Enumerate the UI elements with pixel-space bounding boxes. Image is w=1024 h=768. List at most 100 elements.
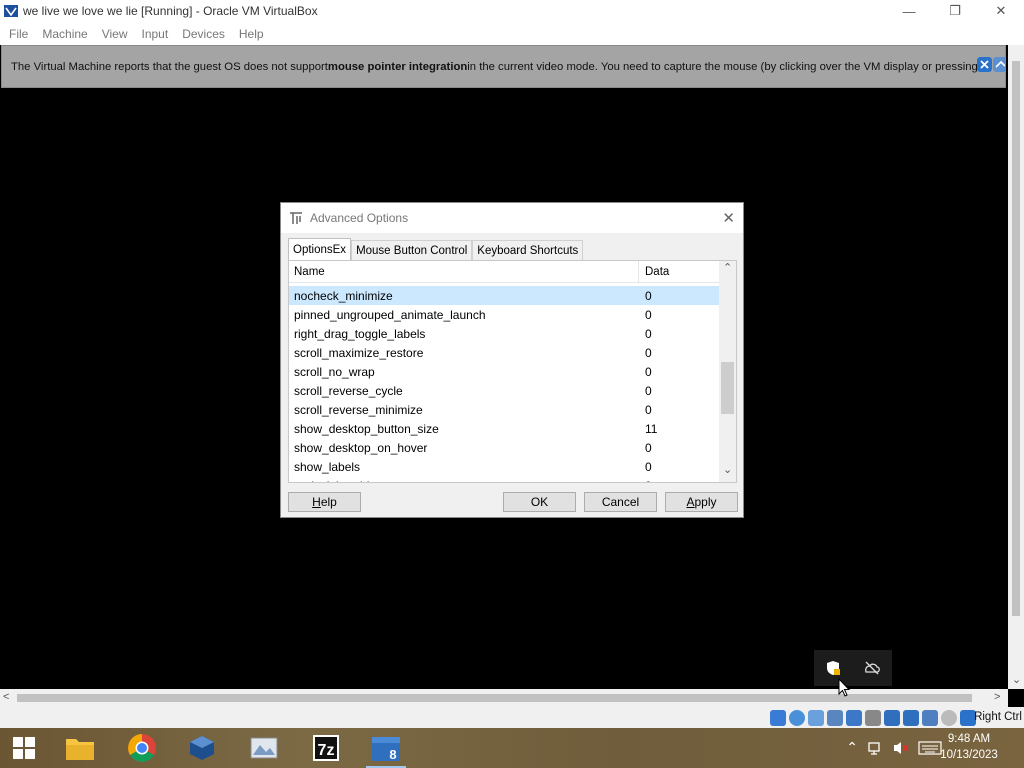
list-item[interactable]: scroll_reverse_minimize 0 [289,400,720,419]
list-scroll-up-icon[interactable]: ⌃ [723,263,732,274]
list-item[interactable]: undecipherable0 [289,476,720,483]
do-not-show-again-icon[interactable] [993,57,1006,72]
minimize-button[interactable]: — [886,0,932,22]
option-name: pinned_ungrouped_animate_launch [294,307,486,322]
option-name: scroll_maximize_restore [294,345,424,360]
hard-disk-icon[interactable] [770,710,786,726]
audio-icon[interactable] [808,710,824,726]
7zip-taskbar-button[interactable]: 7z [310,732,342,764]
option-data: 0 [645,440,652,455]
7zip-icon: 7z [313,735,339,761]
tab-mouse-button-control[interactable]: Mouse Button Control [351,240,473,260]
file-explorer-taskbar-button[interactable] [64,732,96,764]
notice-text-bold: mouse pointer integration [327,60,468,73]
usb-icon[interactable] [846,710,862,726]
mouse-cursor-icon [838,678,850,697]
taskbar-clock[interactable]: 9:48 AM 10/13/2023 [934,731,1004,763]
host-key-label[interactable]: Right Ctrl [974,711,1022,723]
mouse-integration-icon[interactable] [941,710,957,726]
vm-statusbar: Right Ctrl [0,707,1024,728]
show-hidden-icons-chevron-icon[interactable]: ⌃ [846,739,858,756]
close-notice-icon[interactable] [977,57,992,72]
option-data: 0 [645,459,652,474]
optical-drive-icon[interactable] [789,710,805,726]
device-status-icons [770,710,976,726]
list-item[interactable]: show_desktop_on_hover 0 [289,438,720,457]
column-header-data[interactable]: Data [639,261,669,283]
list-item[interactable]: show_labels 0 [289,457,720,476]
dialog-titlebar: Advanced Options ✕ [281,203,743,233]
dialog-tabs: OptionsEx Mouse Button Control Keyboard … [288,238,584,260]
notice-text-end: in the current video mode. You need to c… [467,60,978,73]
vm-horizontal-scrollbar[interactable]: < > [0,689,1008,707]
taskbar-tweaker-taskbar-button[interactable]: 8 [366,732,406,768]
menu-view[interactable]: View [95,27,135,41]
list-item[interactable]: show_desktop_button_size 11 [289,419,720,438]
video-capture-icon[interactable] [903,710,919,726]
menu-input[interactable]: Input [135,27,176,41]
list-scrollbar[interactable]: ⌃ ⌄ [719,261,736,482]
virtualbox-taskbar-button[interactable] [186,732,218,764]
dialog-close-button[interactable]: ✕ [722,209,735,227]
list-item[interactable]: scroll_maximize_restore 0 [289,343,720,362]
option-data: 0 [645,345,652,360]
vm-vertical-scroll-thumb[interactable] [1012,61,1020,616]
network-icon[interactable] [827,710,843,726]
list-scroll-thumb[interactable] [721,362,734,414]
start-button[interactable] [8,732,40,764]
option-data: 0 [645,326,652,341]
display-icon[interactable] [884,710,900,726]
option-name: scroll_reverse_cycle [294,383,403,398]
option-name: show_desktop_button_size [294,421,439,436]
network-icon[interactable] [868,740,886,756]
column-header-name[interactable]: Name [289,261,639,283]
option-data: 0 [645,383,652,398]
chrome-taskbar-button[interactable] [126,732,158,764]
window-titlebar: we live we love we lie [Running] - Oracl… [0,0,1024,22]
list-scroll-down-icon[interactable]: ⌄ [723,465,732,476]
close-button[interactable]: ✕ [978,0,1024,22]
menu-help[interactable]: Help [232,27,271,41]
virtualbox-app-icon [4,5,18,17]
option-data: 0 [645,288,652,303]
cancel-button[interactable]: Cancel [584,492,657,512]
list-item[interactable]: pinned_ungrouped_animate_launch 0 [289,305,720,324]
ok-button[interactable]: OK [503,492,576,512]
menu-file[interactable]: File [2,27,35,41]
list-item[interactable]: scroll_no_wrap 0 [289,362,720,381]
restore-button[interactable]: ❐ [932,0,978,22]
apply-button[interactable]: Apply [665,492,738,512]
onedrive-offline-icon[interactable] [863,660,881,676]
tab-optionsex[interactable]: OptionsEx [288,238,352,260]
tab-keyboard-shortcuts[interactable]: Keyboard Shortcuts [472,240,584,260]
option-name: scroll_no_wrap [294,364,375,379]
menu-devices[interactable]: Devices [175,27,232,41]
option-name: show_labels [294,459,361,474]
menu-machine[interactable]: Machine [35,27,94,41]
windows-taskbar: 7z 8 ⌃ 9:48 AM 10/13/2023 [0,728,1024,768]
cpu-icon[interactable] [922,710,938,726]
image-viewer-taskbar-button[interactable] [248,732,280,764]
option-name: right_drag_toggle_labels [294,326,426,341]
folder-icon [66,739,94,760]
vm-horizontal-scroll-thumb[interactable] [17,694,972,702]
option-data: 0 [645,402,652,417]
list-item[interactable]: scroll_reverse_cycle 0 [289,381,720,400]
security-shield-icon[interactable] [825,660,841,676]
volume-muted-icon[interactable] [892,740,910,756]
list-item[interactable]: nocheck_minimize 0 [289,286,720,305]
option-name: undecipherable [289,479,639,483]
help-button[interactable]: Help [288,492,361,512]
option-data: 0 [645,364,652,379]
scroll-right-icon[interactable]: > [994,692,1000,703]
vm-vertical-scrollbar[interactable]: ⌄ [1008,45,1024,689]
advanced-options-dialog: Advanced Options ✕ OptionsEx Mouse Butto… [280,202,744,518]
options-list[interactable]: Name Data nocheck_minimize 0 pinned_ungrou… [288,260,737,483]
scroll-down-icon[interactable]: ⌄ [1012,675,1021,686]
scroll-left-icon[interactable]: < [3,692,9,703]
virtualbox-icon [190,736,214,760]
7-taskbar-tweaker-icon: 8 [372,737,400,762]
notice-text-start: The Virtual Machine reports that the gue… [11,60,328,73]
list-item[interactable]: right_drag_toggle_labels 0 [289,324,720,343]
shared-folders-icon[interactable] [865,710,881,726]
